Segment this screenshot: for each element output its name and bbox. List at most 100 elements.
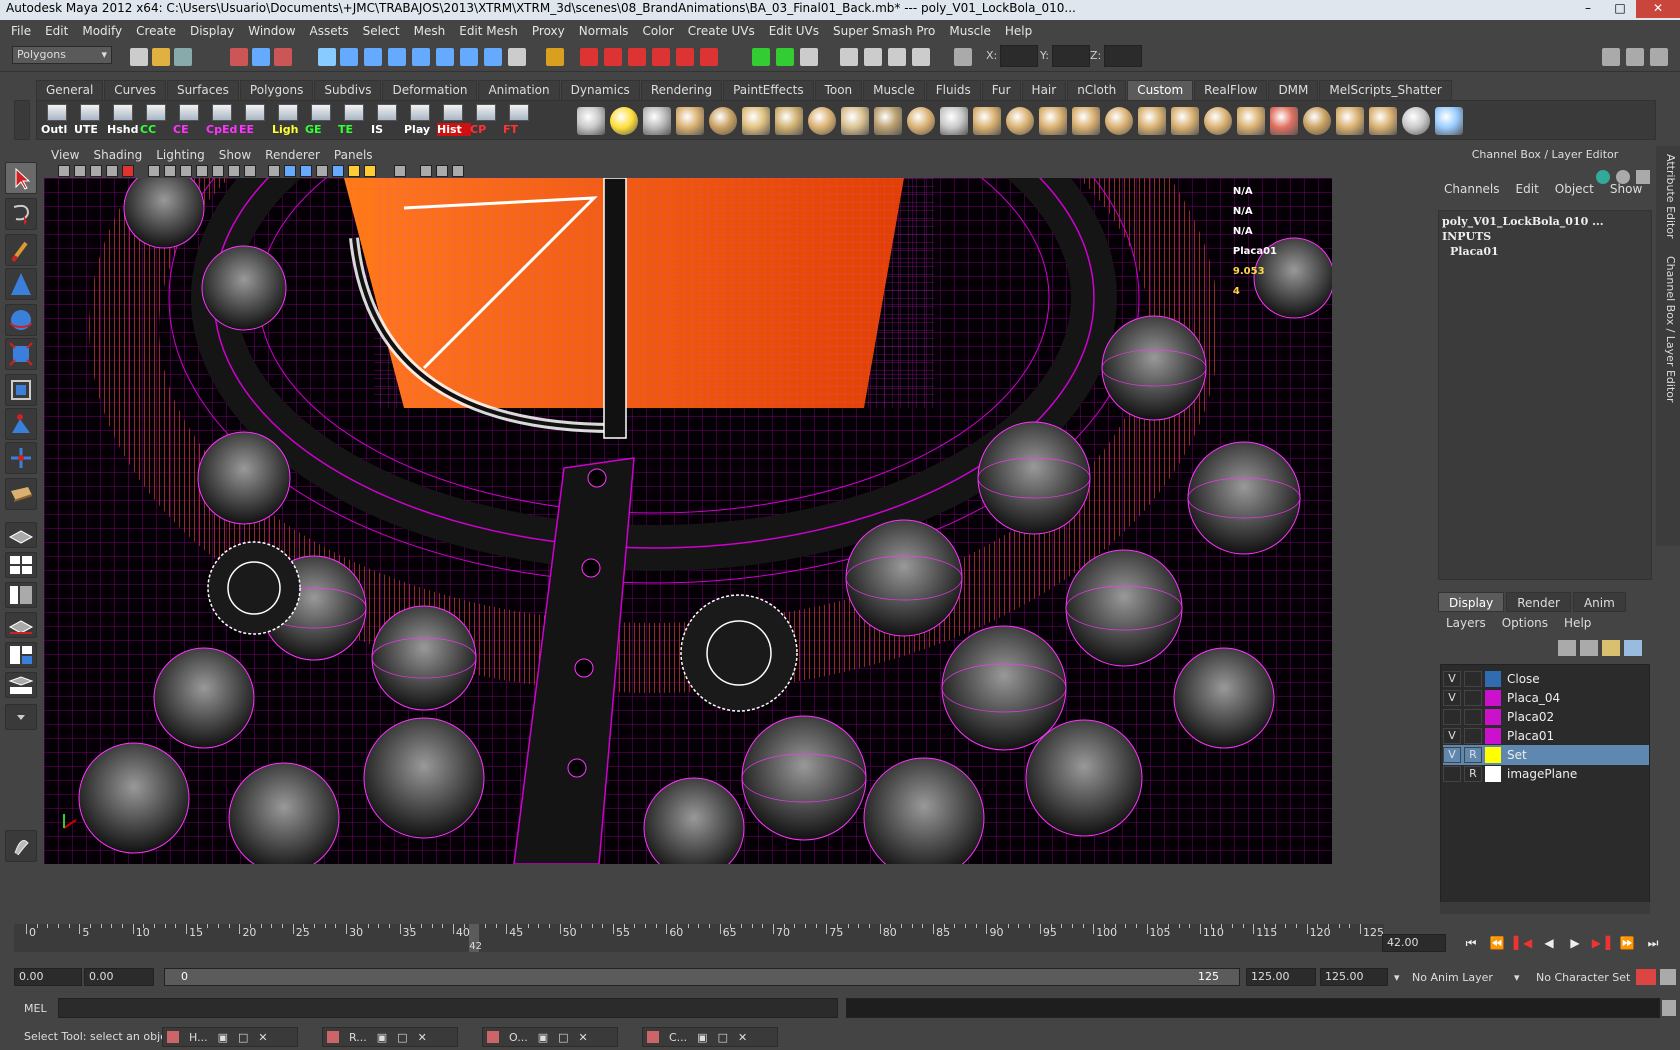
shelf-tool-icon[interactable]	[1072, 107, 1100, 135]
open-scene-icon[interactable]	[152, 48, 170, 66]
layer-display-type-toggle[interactable]: R	[1464, 747, 1482, 763]
wireframe-icon[interactable]	[268, 165, 280, 177]
start-time-field[interactable]: 0.00	[14, 968, 82, 986]
wireframe-on-shaded-icon[interactable]	[300, 165, 312, 177]
xray-joints-icon[interactable]	[436, 165, 448, 177]
smooth-shade-icon[interactable]	[284, 165, 296, 177]
perspective-viewport[interactable]: N/A N/A N/A Placa01 9.053 4	[44, 178, 1332, 864]
step-back-key-button[interactable]: ▌◀	[1512, 934, 1534, 952]
shelf-tool-icon[interactable]	[1204, 107, 1232, 135]
auto-key-icon[interactable]	[1636, 969, 1656, 985]
save-scene-icon[interactable]	[174, 48, 192, 66]
shelf-button-ee[interactable]: EE	[239, 103, 271, 137]
tab-render[interactable]: Render	[1506, 592, 1571, 612]
shelf-tool-icon[interactable]	[1105, 107, 1133, 135]
current-frame-field[interactable]: 42.00	[1382, 934, 1446, 952]
transform-field-icon[interactable]	[954, 48, 972, 66]
shelf-tool-icon[interactable]	[841, 107, 869, 135]
menu-file[interactable]: File	[4, 24, 38, 38]
shelf-tool-icon[interactable]	[940, 107, 968, 135]
shelf-tab-polygons[interactable]: Polygons	[239, 80, 314, 100]
layer-visibility-toggle[interactable]: V	[1443, 690, 1461, 706]
bookmarks-icon[interactable]	[90, 165, 102, 177]
playback-start-field[interactable]: 0.00	[84, 968, 154, 986]
shelf-tool-icon[interactable]	[874, 107, 902, 135]
safe-action-icon[interactable]	[228, 165, 240, 177]
menu-help[interactable]: Help	[998, 24, 1039, 38]
shelf-tool-icon[interactable]	[808, 107, 836, 135]
isolate-select-icon[interactable]	[394, 165, 406, 177]
move-layer-up-icon[interactable]	[1558, 640, 1576, 656]
menu-options[interactable]: Options	[1494, 616, 1556, 630]
snap-grid-icon[interactable]	[340, 48, 358, 66]
render-frame-icon[interactable]	[628, 48, 646, 66]
layer-display-type-toggle[interactable]	[1464, 671, 1482, 687]
maximize-icon[interactable]: □	[718, 1031, 728, 1044]
shelf-tab-dmm[interactable]: DMM	[1268, 80, 1319, 100]
ipr-icon[interactable]	[864, 48, 882, 66]
lasso-tool-icon[interactable]	[5, 198, 37, 230]
shelf-tab-painteffects[interactable]: PaintEffects	[723, 80, 814, 100]
two-d-pan-zoom-icon[interactable]	[122, 165, 134, 177]
layer-color-swatch[interactable]	[1485, 690, 1501, 706]
show-channel-box-icon[interactable]	[1650, 48, 1668, 66]
outliner-toggle-icon[interactable]	[800, 48, 818, 66]
shelf-button-ft[interactable]: FT	[503, 103, 535, 137]
shelf-tab-surfaces[interactable]: Surfaces	[166, 80, 239, 100]
menu-set-selector[interactable]: Polygons	[12, 46, 112, 64]
grid-icon[interactable]	[148, 165, 160, 177]
shelf-button-ge[interactable]: GE	[305, 103, 337, 137]
shelf-tab-muscle[interactable]: Muscle	[863, 80, 925, 100]
shelf-tool-icon[interactable]	[1006, 107, 1034, 135]
shelf-tool-icon[interactable]	[1039, 107, 1067, 135]
minimized-window-button[interactable]: C... ▣ □ ✕	[642, 1027, 778, 1047]
shelf-tool-icon[interactable]	[610, 107, 638, 135]
shelf-tab-melscripts_shatter[interactable]: MelScripts_Shatter	[1319, 80, 1452, 100]
move-layer-down-icon[interactable]	[1580, 640, 1598, 656]
attribute-editor-tab[interactable]: Attribute Editor	[1659, 154, 1677, 239]
script-layout-icon[interactable]	[5, 672, 37, 698]
rotate-tool-icon[interactable]	[5, 304, 37, 336]
shelf-tool-icon[interactable]	[1402, 107, 1430, 135]
new-scene-icon[interactable]	[130, 48, 148, 66]
select-component-icon[interactable]	[274, 48, 292, 66]
shelf-tab-custom[interactable]: Custom	[1127, 80, 1194, 100]
command-language-label[interactable]: MEL	[24, 1002, 47, 1015]
end-time-field[interactable]: 125.00	[1320, 968, 1388, 986]
render-view-icon[interactable]	[840, 48, 858, 66]
new-layer-from-selection-icon[interactable]	[1624, 640, 1642, 656]
outliner-layout-icon[interactable]	[5, 582, 37, 608]
layer-row-close[interactable]: V Close	[1443, 669, 1649, 689]
last-tool-icon[interactable]	[5, 478, 37, 510]
xray-icon[interactable]	[420, 165, 432, 177]
paint-select-tool-icon[interactable]	[5, 234, 37, 266]
shelf-tool-icon[interactable]	[1369, 107, 1397, 135]
layer-row-placa01[interactable]: V Placa01	[1443, 726, 1649, 746]
graph-layout-icon[interactable]	[5, 612, 37, 638]
restore-icon[interactable]: ▣	[538, 1031, 548, 1044]
image-plane-icon[interactable]	[106, 165, 118, 177]
menu-object[interactable]: Object	[1547, 182, 1602, 196]
shelf-tool-icon[interactable]	[676, 107, 704, 135]
select-tool-icon[interactable]	[5, 162, 37, 194]
shelf-button-play[interactable]: Play	[404, 103, 436, 137]
shelf-tab-ncloth[interactable]: nCloth	[1067, 80, 1127, 100]
anim-layer-selector[interactable]: No Anim Layer	[1412, 971, 1493, 984]
shelf-tab-fluids[interactable]: Fluids	[925, 80, 981, 100]
layer-visibility-toggle[interactable]: V	[1443, 747, 1461, 763]
move-tool-icon[interactable]	[5, 268, 37, 300]
xray-components-icon[interactable]	[452, 165, 464, 177]
close-button[interactable]: ✕	[1636, 0, 1680, 18]
close-icon[interactable]: ✕	[258, 1031, 267, 1044]
layer-row-placa02[interactable]: Placa02	[1443, 707, 1649, 727]
shelf-tool-icon[interactable]	[1237, 107, 1265, 135]
snap-point-icon[interactable]	[388, 48, 406, 66]
shelf-tool-icon[interactable]	[1303, 107, 1331, 135]
range-slider[interactable]: 0 125	[164, 968, 1240, 986]
shelf-menu-handle[interactable]	[14, 100, 30, 140]
script-editor-icon[interactable]	[1662, 1000, 1676, 1016]
menu-modify[interactable]: Modify	[75, 24, 129, 38]
menu-select[interactable]: Select	[356, 24, 407, 38]
shelf-tool-icon[interactable]	[1435, 107, 1463, 135]
shelf-button-ce[interactable]: CE	[173, 103, 205, 137]
